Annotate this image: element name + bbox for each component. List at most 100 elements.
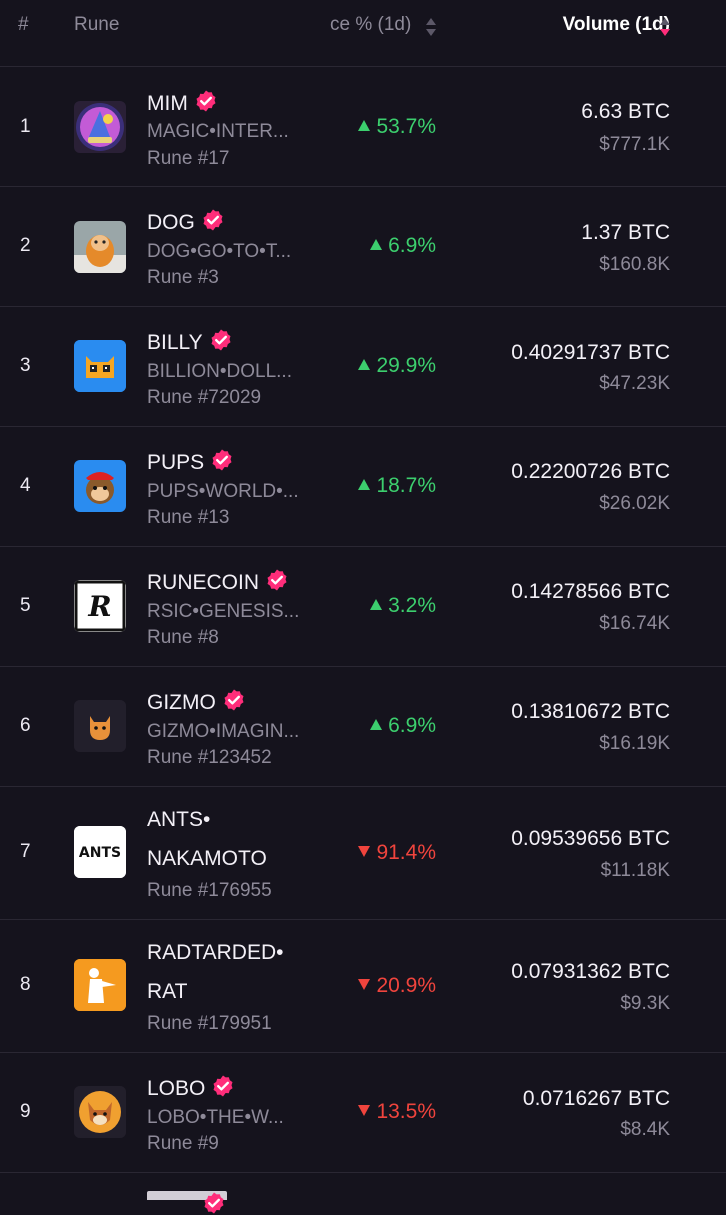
rune-symbol: BILLION•DOLL... [147,361,292,382]
rune-column-header[interactable]: Rune [74,14,119,36]
price-change: 20.9% [358,974,436,998]
volume-usd: $9.3K [620,993,670,1014]
volume-usd: $16.19K [599,733,670,754]
verified-badge-icon [201,208,225,232]
rune-number: Rune #176955 [147,880,272,901]
rune-number: Rune #179951 [147,1013,272,1034]
rune-number: Rune #8 [147,627,219,648]
verified-badge-icon [211,1074,235,1098]
rank-number: 5 [20,595,31,616]
rune-name: RUNECOIN [147,568,289,595]
svg-text:R: R [87,590,111,623]
rune-name: MIM [147,89,218,116]
rune-number: Rune #123452 [147,747,272,768]
verified-badge-icon [210,448,234,472]
sort-icon[interactable] [426,16,436,38]
volume-btc: 1.37 BTC [581,221,670,244]
table-row[interactable]: 4 PUPS PUPS•WORLD•... Rune #13 18.7% 0.2… [0,427,726,547]
arrow-down-icon [358,846,371,857]
rune-number: Rune #13 [147,507,230,528]
rune-symbol: RSIC•GENESIS... [147,601,300,622]
arrow-up-icon [358,359,371,370]
arrow-up-icon [358,120,371,131]
rat-figure-icon [74,959,126,1011]
volume-btc: 0.09539656 BTC [511,827,670,850]
dog-photo-icon [74,221,126,273]
price-change: 29.9% [358,354,436,378]
verified-badge-icon [209,328,233,352]
verified-badge-icon [194,89,218,113]
arrow-up-icon [370,599,383,610]
price-change-column-header[interactable]: ce % (1d) [330,14,411,36]
volume-column-header[interactable]: Volume (1d) [563,14,670,36]
table-row[interactable]: 1 MIM MAGIC•INTER... Rune #17 53.7% 6.63… [0,67,726,187]
rune-number: Rune #17 [147,148,230,169]
rank-column-header: # [18,14,29,35]
rune-name-line2: RAT [147,980,188,1003]
rune-symbol: LOBO•THE•W... [147,1107,284,1128]
rank-number: 4 [20,475,31,496]
arrow-up-icon [370,239,383,250]
svg-text:ANTS: ANTS [79,845,121,861]
rank-number: 8 [20,974,31,995]
table-row[interactable]: 3 BILLY BILLION•DOLL... Rune #72029 29.9… [0,307,726,427]
rune-symbol: DOG•GO•TO•T... [147,241,292,262]
wolf-face-icon [74,1086,126,1138]
price-change: 53.7% [358,115,436,139]
verified-badge-icon [202,1191,226,1215]
rune-symbol: GIZMO•IMAGIN... [147,721,300,742]
price-change: 6.9% [370,234,436,258]
ants-text-icon: ANTS [74,826,126,878]
volume-usd: $26.02K [599,493,670,514]
verified-badge-icon [222,688,246,712]
verified-badge-icon [265,568,289,592]
volume-btc: 0.0716267 BTC [522,1087,670,1110]
volume-usd: $777.1K [599,134,670,155]
rank-number: 1 [20,116,31,137]
volume-btc: 6.63 BTC [581,100,670,123]
rune-name: DOG [147,208,225,235]
gizmo-cat-icon [74,700,126,752]
arrow-up-icon [370,719,383,730]
arrow-down-icon [358,979,371,990]
volume-btc: 0.14278566 BTC [511,580,670,603]
rank-number: 6 [20,715,31,736]
table-row[interactable] [0,1173,726,1200]
rune-symbol: PUPS•WORLD•... [147,481,299,502]
price-change: 3.2% [370,594,436,618]
table-row[interactable]: 2 DOG DOG•GO•TO•T... Rune #3 6.9% 1.37 B… [0,187,726,307]
price-change: 18.7% [358,474,436,498]
rank-number: 2 [20,235,31,256]
runecoin-r-icon: R [74,580,126,632]
rune-name: BILLY [147,328,233,355]
rune-number: Rune #72029 [147,387,262,408]
rank-number: 7 [20,841,31,862]
rune-number: Rune #3 [147,267,219,288]
table-row[interactable]: 5 R RUNECOIN RSIC•GENESIS... Rune #8 3.2… [0,547,726,667]
volume-btc: 0.13810672 BTC [511,700,670,723]
price-change: 13.5% [358,1100,436,1124]
volume-usd: $47.23K [599,373,670,394]
volume-btc: 0.07931362 BTC [511,960,670,983]
rune-name-line2: NAKAMOTO [147,847,267,870]
volume-btc: 0.22200726 BTC [511,460,670,483]
table-row[interactable]: 6 GIZMO GIZMO•IMAGIN... Rune #123452 6.9… [0,667,726,787]
rank-number: 3 [20,355,31,376]
sort-active-icon[interactable] [660,16,670,38]
rune-name: GIZMO [147,688,246,715]
rune-symbol: MAGIC•INTER... [147,121,289,142]
volume-usd: $160.8K [599,254,670,275]
table-row[interactable]: 8 RADTARDED• RAT Rune #179951 20.9% 0.07… [0,920,726,1053]
arrow-down-icon [358,1105,371,1116]
volume-usd: $11.18K [600,860,670,881]
volume-usd: $16.74K [599,613,670,634]
table-row[interactable]: 7 ANTS ANTS• NAKAMOTO Rune #176955 91.4%… [0,787,726,920]
rank-number: 9 [20,1101,31,1122]
table-row[interactable]: 9 LOBO LOBO•THE•W... Rune #9 13.5% 0.071… [0,1053,726,1173]
wizard-logo-icon [74,101,126,153]
price-change: 6.9% [370,714,436,738]
volume-usd: $8.4K [620,1119,670,1140]
price-change: 91.4% [358,841,436,865]
table-header: # Rune ce % (1d) Volume (1d) [0,0,726,67]
volume-btc: 0.40291737 BTC [511,341,670,364]
